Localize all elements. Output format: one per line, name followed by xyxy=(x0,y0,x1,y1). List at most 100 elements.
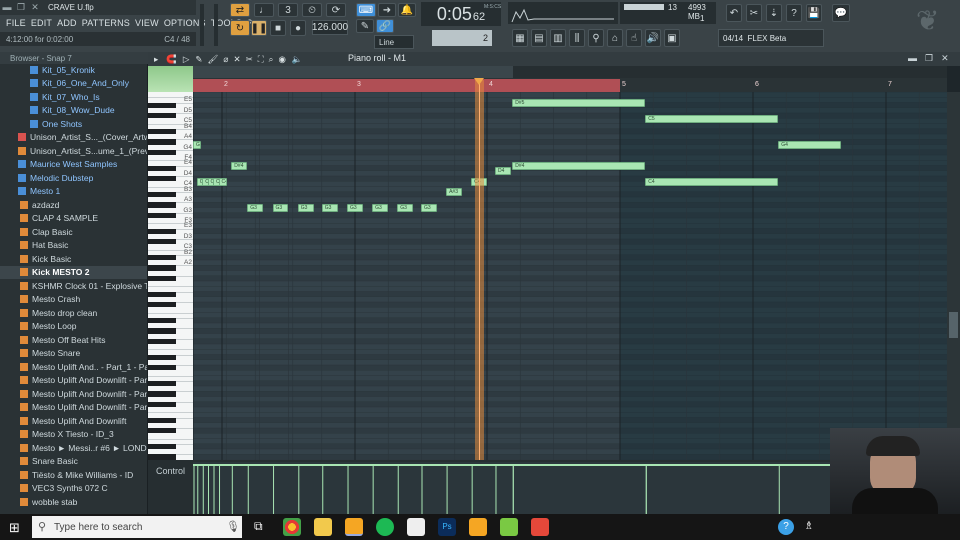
black-key[interactable] xyxy=(148,391,176,397)
browser-item[interactable]: Unison_Artist_S..._(Cover_Artwork) xyxy=(0,131,147,145)
black-key[interactable] xyxy=(148,212,176,218)
browser-item[interactable]: Mesto Uplift And Downlift - Part_3 xyxy=(0,401,147,415)
mute-button[interactable]: 🔊 xyxy=(645,29,661,47)
browser-item[interactable]: Kick Basic xyxy=(0,252,147,266)
people-icon[interactable]: ♗ xyxy=(804,519,814,532)
pause-button[interactable]: ❚❚ xyxy=(251,20,267,36)
mixer-button[interactable]: ⫼ xyxy=(569,29,585,47)
note[interactable]: G3 xyxy=(347,203,363,212)
black-key[interactable] xyxy=(148,139,176,145)
menu-add[interactable]: ADD xyxy=(57,18,77,28)
note[interactable]: G3 xyxy=(247,203,264,212)
menu-edit[interactable]: EDIT xyxy=(31,18,52,28)
black-key[interactable] xyxy=(148,302,176,308)
step-button[interactable]: ➜ xyxy=(378,3,396,17)
microphone-icon[interactable]: 🎙 xyxy=(226,520,240,533)
menu-view[interactable]: VIEW xyxy=(135,18,159,28)
browser-item[interactable]: Mesto Uplift And Downlift - Part_2 xyxy=(0,387,147,401)
zoom-corner[interactable] xyxy=(148,66,193,92)
fl-studio-taskbar-icon[interactable] xyxy=(345,518,363,536)
mail-icon[interactable] xyxy=(407,518,425,536)
taskbar-search[interactable]: Type here to search xyxy=(32,516,242,538)
control-label[interactable]: Control xyxy=(156,466,185,476)
pr-speaker-icon[interactable]: 🔈 xyxy=(292,54,303,65)
black-key[interactable] xyxy=(148,428,176,434)
plugin-news-bar[interactable]: 04/14 FLEX Beta xyxy=(718,29,824,47)
black-key[interactable] xyxy=(148,317,176,323)
black-key[interactable] xyxy=(148,254,176,260)
step-edit-button[interactable]: 3 xyxy=(278,3,298,17)
black-key[interactable] xyxy=(148,228,176,234)
note[interactable]: C4 xyxy=(218,177,227,186)
note[interactable]: D4 xyxy=(494,167,511,176)
help-tray-icon[interactable]: ? xyxy=(778,519,794,535)
note[interactable]: G3 xyxy=(297,203,314,212)
black-key[interactable] xyxy=(148,454,176,460)
black-key[interactable] xyxy=(148,417,176,423)
tempo-display[interactable]: 126.000 xyxy=(312,20,348,35)
render-button[interactable]: ⇣ xyxy=(766,4,782,22)
playhead-marker-icon[interactable] xyxy=(474,78,484,85)
black-key[interactable] xyxy=(148,102,176,108)
black-key[interactable] xyxy=(148,401,176,407)
link-tool-button[interactable]: 🔗 xyxy=(376,19,394,33)
black-key[interactable] xyxy=(148,275,176,281)
browser-item[interactable]: Mesto Uplift And.. - Part_1 - Part_1 xyxy=(0,360,147,374)
channel-rack-button[interactable]: ▥ xyxy=(550,29,566,47)
browser-item[interactable]: VEC3 Synths 072 C xyxy=(0,482,147,496)
plugin-picker-button[interactable]: ⚲ xyxy=(588,29,604,47)
pr-close-icon[interactable]: ✕ xyxy=(941,53,949,64)
browser-item[interactable]: Mesto ► Messi..r #6 ► LONDON xyxy=(0,441,147,455)
black-key[interactable] xyxy=(148,443,176,449)
black-key[interactable] xyxy=(148,149,176,155)
black-key[interactable] xyxy=(148,202,176,208)
loop-record-button[interactable]: ⟳ xyxy=(326,3,346,17)
note[interactable]: G3 xyxy=(272,203,289,212)
note[interactable]: D#4 xyxy=(512,161,646,170)
black-key[interactable] xyxy=(148,191,176,197)
vertical-scrollbar[interactable] xyxy=(947,92,960,460)
note[interactable]: G4 xyxy=(778,140,841,149)
black-key[interactable] xyxy=(148,265,176,271)
note[interactable]: G3 xyxy=(421,203,437,212)
spotify-icon[interactable] xyxy=(376,518,394,536)
browser-button[interactable]: ⌂ xyxy=(607,29,623,47)
browser-item[interactable]: One Shots xyxy=(0,117,147,131)
browser-item[interactable]: Mesto Crash xyxy=(0,293,147,307)
browser-item[interactable]: Unison_Artist_S...ume_1_(Preview) xyxy=(0,144,147,158)
browser-item[interactable]: Mesto X Tiesto - ID_3 xyxy=(0,428,147,442)
menu-file[interactable]: FILE xyxy=(6,18,26,28)
minimize-icon[interactable]: ▬ xyxy=(1,2,13,13)
photoshop-icon[interactable]: Ps xyxy=(438,518,456,536)
pattern-song-toggle[interactable]: ⇄ xyxy=(230,3,250,17)
master-pitch-slider[interactable] xyxy=(214,4,218,46)
wait-input-button[interactable]: ⏲ xyxy=(302,3,322,17)
tempo-tapper-button[interactable]: ☝ xyxy=(626,29,642,47)
typing-keyboard-button[interactable]: ⌨ xyxy=(356,3,376,17)
vscroll-thumb[interactable] xyxy=(949,312,958,338)
browser-item[interactable]: Mesto Off Beat Hits xyxy=(0,333,147,347)
black-key[interactable] xyxy=(148,365,176,371)
black-key[interactable] xyxy=(148,328,176,334)
browser-item[interactable]: Kit_07_Who_Is xyxy=(0,90,147,104)
black-key[interactable] xyxy=(148,239,176,245)
note[interactable]: G3 xyxy=(321,203,338,212)
browser-item[interactable]: Mesto Loop xyxy=(0,320,147,334)
file-explorer-icon[interactable] xyxy=(314,518,332,536)
browser-item[interactable]: Snare Basic xyxy=(0,455,147,469)
black-key[interactable] xyxy=(148,338,176,344)
browser-item[interactable]: wobble stab xyxy=(0,495,147,509)
fl-studio-2-icon[interactable] xyxy=(469,518,487,536)
black-key[interactable] xyxy=(148,176,176,182)
black-key[interactable] xyxy=(148,128,176,134)
task-view-icon[interactable]: ⧉ xyxy=(254,519,263,534)
horizontal-scrollbar[interactable] xyxy=(193,66,513,78)
note[interactable]: D#4 xyxy=(231,161,248,170)
windows-start-icon[interactable]: ⊞ xyxy=(9,520,20,536)
browser-item[interactable]: Kick MESTO 2 xyxy=(0,265,147,279)
browser-item[interactable]: Kit_08_Wow_Dude xyxy=(0,104,147,118)
piano-keyboard[interactable]: E5 D5 C5 B4 A4 G4 F4 E4 D4 C4 B3 A3 G3 F3 E3 D3 C3 B2 A2 xyxy=(148,92,193,460)
pr-select-icon[interactable]: ⛶ xyxy=(258,54,264,65)
browser-item[interactable]: Kit_06_One_And_Only xyxy=(0,77,147,91)
pr-playback-icon[interactable]: ◉ xyxy=(278,54,285,65)
